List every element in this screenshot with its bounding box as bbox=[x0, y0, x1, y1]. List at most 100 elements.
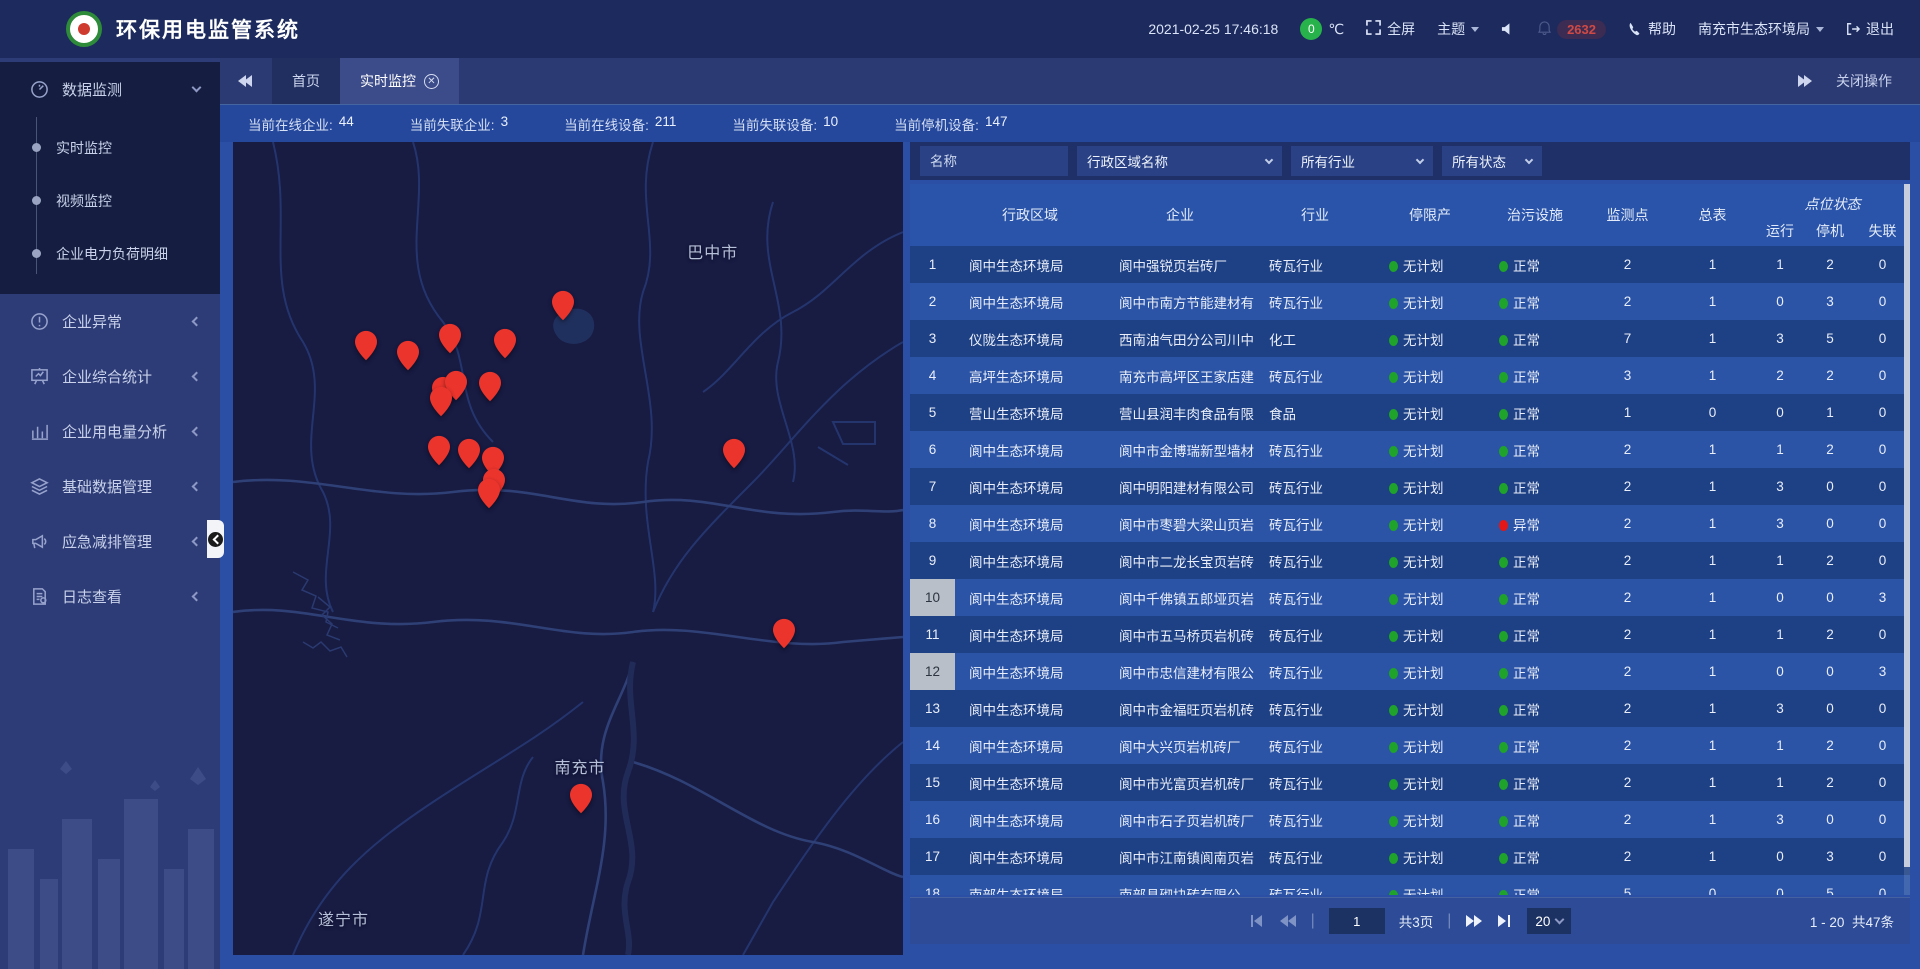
logout-button[interactable]: 退出 bbox=[1846, 19, 1894, 39]
table-row-13[interactable]: 13阆中生态环境局阆中市金福旺页岩机砖砖瓦行业无计划正常21300 bbox=[910, 690, 1910, 727]
cell-stopped: 1 bbox=[1805, 405, 1855, 420]
table-scrollbar[interactable] bbox=[1904, 184, 1910, 895]
table-row-6[interactable]: 6阆中生态环境局阆中市金博瑞新型墙材砖瓦行业无计划正常21120 bbox=[910, 431, 1910, 468]
sidebar-item-4[interactable]: 基础数据管理 bbox=[0, 459, 220, 514]
col-header-4[interactable]: 治污设施 bbox=[1485, 184, 1585, 246]
theme-menu[interactable]: 主题 bbox=[1437, 19, 1479, 39]
map-pin-15[interactable] bbox=[773, 619, 795, 649]
cell-industry: 砖瓦行业 bbox=[1255, 551, 1375, 571]
map-pin-2[interactable] bbox=[397, 341, 419, 371]
sidebar-item-6[interactable]: 日志查看 bbox=[0, 569, 220, 624]
chevron-down-icon bbox=[1555, 914, 1565, 924]
tab-realtime-monitor[interactable]: 实时监控 ✕ bbox=[340, 58, 459, 104]
table-row-1[interactable]: 1阆中生态环境局阆中强锐页岩砖厂砖瓦行业无计划正常21120 bbox=[910, 246, 1910, 283]
status-dot-green bbox=[1499, 853, 1508, 864]
name-search-input[interactable] bbox=[920, 146, 1068, 176]
table-row-11[interactable]: 11阆中生态环境局阆中市五马桥页岩机砖砖瓦行业无计划正常21120 bbox=[910, 616, 1910, 653]
table-row-12[interactable]: 12阆中生态环境局阆中市忠信建材有限公砖瓦行业无计划正常21003 bbox=[910, 653, 1910, 690]
sidebar-item-0[interactable]: 数据监测 bbox=[0, 62, 220, 117]
tab-home[interactable]: 首页 bbox=[272, 58, 340, 104]
status-dot-green bbox=[1499, 409, 1508, 420]
tabs-scroll-left-button[interactable] bbox=[220, 58, 272, 104]
col-header-1[interactable]: 企业 bbox=[1105, 184, 1255, 246]
map-pin-3[interactable] bbox=[439, 324, 461, 354]
cell-company: 西南油气田分公司川中 bbox=[1105, 329, 1255, 349]
org-menu[interactable]: 南充市生态环境局 bbox=[1698, 19, 1824, 39]
col-header-5[interactable]: 监测点 bbox=[1585, 184, 1670, 246]
notifications[interactable]: 2632 bbox=[1538, 20, 1606, 39]
sidebar-item-3[interactable]: 企业用电量分析 bbox=[0, 404, 220, 459]
temperature-unit: ℃ bbox=[1328, 21, 1344, 38]
row-index: 17 bbox=[910, 838, 955, 875]
sidebar-subitem[interactable]: 企业电力负荷明细 bbox=[0, 227, 220, 280]
map-pin-0[interactable] bbox=[552, 290, 574, 320]
last-page-button[interactable] bbox=[1497, 914, 1513, 928]
previous-page-button[interactable] bbox=[1279, 914, 1297, 928]
table-row-3[interactable]: 3仪陇生态环境局西南油气田分公司川中化工无计划正常71350 bbox=[910, 320, 1910, 357]
cell-stopped: 0 bbox=[1805, 516, 1855, 531]
fullscreen-button[interactable]: 全屏 bbox=[1366, 19, 1415, 39]
table-row-16[interactable]: 16阆中生态环境局阆中市石子页岩机砖厂砖瓦行业无计划正常21300 bbox=[910, 801, 1910, 838]
row-index: 15 bbox=[910, 764, 955, 801]
col-subheader-1[interactable]: 停机 bbox=[1805, 215, 1855, 246]
sidebar-collapse-button[interactable] bbox=[207, 520, 224, 558]
first-page-button[interactable] bbox=[1249, 914, 1265, 928]
table-row-8[interactable]: 8阆中生态环境局阆中市枣碧大梁山页岩砖瓦行业无计划异常21300 bbox=[910, 505, 1910, 542]
cell-running: 3 bbox=[1755, 479, 1805, 494]
map-pin-4[interactable] bbox=[494, 329, 516, 359]
table-row-7[interactable]: 7阆中生态环境局阆中明阳建材有限公司砖瓦行业无计划正常21300 bbox=[910, 468, 1910, 505]
col-subheader-0[interactable]: 运行 bbox=[1755, 215, 1805, 246]
table-row-9[interactable]: 9阆中生态环境局阆中市二龙长宝页岩砖砖瓦行业无计划正常21120 bbox=[910, 542, 1910, 579]
chevron-down-icon bbox=[1816, 27, 1824, 32]
stat-item-0: 当前在线企业:44 bbox=[248, 114, 354, 134]
industry-select[interactable]: 所有行业 bbox=[1291, 146, 1433, 176]
map[interactable]: 巴中市南充市遂宁市 bbox=[233, 142, 903, 955]
help-button[interactable]: 帮助 bbox=[1628, 19, 1676, 39]
map-pin-1[interactable] bbox=[355, 330, 377, 360]
table-row-15[interactable]: 15阆中生态环境局阆中市光富页岩机砖厂砖瓦行业无计划正常21120 bbox=[910, 764, 1910, 801]
sidebar-item-2[interactable]: 企业综合统计 bbox=[0, 349, 220, 404]
sidebar-subitem[interactable]: 视频监控 bbox=[0, 174, 220, 227]
map-pin-10[interactable] bbox=[458, 438, 480, 468]
col-subheader-2[interactable]: 失联 bbox=[1855, 215, 1910, 246]
cell-total-meters: 1 bbox=[1670, 775, 1755, 790]
page-number-input[interactable] bbox=[1329, 908, 1385, 934]
sound-button[interactable] bbox=[1501, 22, 1516, 36]
chevron-left-icon bbox=[192, 427, 202, 437]
map-pin-14[interactable] bbox=[723, 438, 745, 468]
table-row-14[interactable]: 14阆中生态环境局阆中大兴页岩机砖厂砖瓦行业无计划正常21120 bbox=[910, 727, 1910, 764]
map-pin-13[interactable] bbox=[478, 478, 500, 508]
cell-stopped: 0 bbox=[1805, 590, 1855, 605]
sidebar-subitem[interactable]: 实时监控 bbox=[0, 121, 220, 174]
sidebar-item-5[interactable]: 应急减排管理 bbox=[0, 514, 220, 569]
table-row-18[interactable]: 18南部生态环境局南部县砌块砖有限公砖瓦行业无计划正常50050 bbox=[910, 875, 1910, 895]
col-header-3[interactable]: 停限产 bbox=[1375, 184, 1485, 246]
cell-lost: 3 bbox=[1855, 590, 1910, 605]
region-select[interactable]: 行政区域名称 bbox=[1077, 146, 1282, 176]
cell-monitor-points: 5 bbox=[1585, 886, 1670, 895]
status-select[interactable]: 所有状态 bbox=[1442, 146, 1542, 176]
next-page-button[interactable] bbox=[1465, 914, 1483, 928]
page-size-select[interactable]: 20 bbox=[1527, 908, 1571, 934]
close-operations-menu[interactable]: 关闭操作 bbox=[1836, 71, 1892, 91]
table-row-17[interactable]: 17阆中生态环境局阆中市江南镇阆南页岩砖瓦行业无计划正常21030 bbox=[910, 838, 1910, 875]
sidebar-item-1[interactable]: 企业异常 bbox=[0, 294, 220, 349]
map-pin-9[interactable] bbox=[428, 436, 450, 466]
table-row-10[interactable]: 10阆中生态环境局阆中千佛镇五郎垭页岩砖瓦行业无计划正常21003 bbox=[910, 579, 1910, 616]
table-row-5[interactable]: 5营山生态环境局营山县润丰肉食品有限食品无计划正常10010 bbox=[910, 394, 1910, 431]
chevron-left-icon bbox=[192, 537, 202, 547]
cell-company: 阆中市光富页岩机砖厂 bbox=[1105, 773, 1255, 793]
cell-pollution-facility: 正常 bbox=[1485, 884, 1585, 896]
cell-limit-production: 无计划 bbox=[1375, 662, 1485, 682]
table-row-4[interactable]: 4高坪生态环境局南充市高坪区王家店建砖瓦行业无计划正常31220 bbox=[910, 357, 1910, 394]
map-pin-7[interactable] bbox=[430, 386, 452, 416]
tabs-scroll-right-button[interactable] bbox=[1798, 75, 1810, 87]
map-pin-16[interactable] bbox=[570, 784, 592, 814]
tab-close-icon[interactable]: ✕ bbox=[424, 74, 439, 89]
col-header-6[interactable]: 总表 bbox=[1670, 184, 1755, 246]
col-header-0[interactable]: 行政区域 bbox=[955, 184, 1105, 246]
table-row-2[interactable]: 2阆中生态环境局阆中市南方节能建材有砖瓦行业无计划正常21030 bbox=[910, 283, 1910, 320]
chevron-down-icon bbox=[1265, 155, 1273, 163]
map-pin-8[interactable] bbox=[479, 372, 501, 402]
col-header-2[interactable]: 行业 bbox=[1255, 184, 1375, 246]
